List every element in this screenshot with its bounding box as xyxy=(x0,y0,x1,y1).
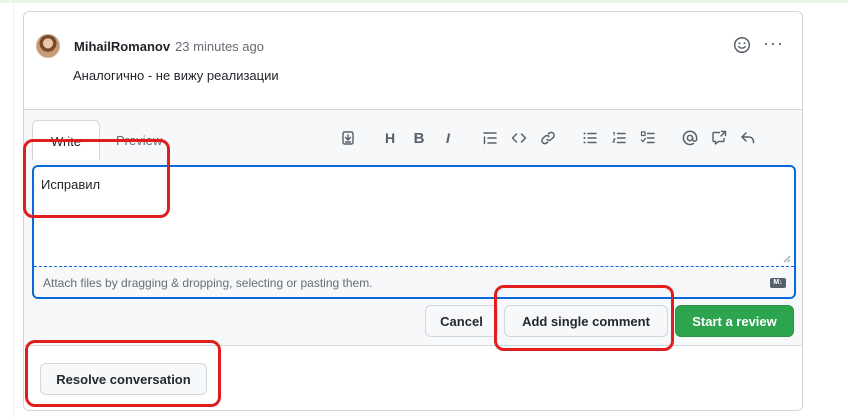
comment-editor: Attach files by dragging & dropping, sel… xyxy=(32,165,796,299)
comment-textarea[interactable] xyxy=(41,177,781,257)
comment-actions: ··· xyxy=(733,34,784,54)
ordered-list-icon[interactable] xyxy=(609,128,629,148)
markdown-icon[interactable]: M↓ xyxy=(770,278,786,288)
resolve-area: Resolve conversation xyxy=(24,346,802,410)
reply-form: Write Preview H B I Исправил Attach file… xyxy=(24,109,802,346)
italic-icon[interactable]: I xyxy=(438,128,458,148)
markdown-toolbar: H B I xyxy=(338,128,767,148)
quote-icon[interactable] xyxy=(480,128,500,148)
link-icon[interactable] xyxy=(538,128,558,148)
diff-added-highlight xyxy=(0,0,848,3)
file-attachment-bar[interactable]: Attach files by dragging & dropping, sel… xyxy=(34,266,794,297)
comment-author[interactable]: MihailRomanov xyxy=(74,39,170,54)
review-thread: MihailRomanov 23 minutes ago ··· Аналоги… xyxy=(23,11,803,411)
reply-icon[interactable] xyxy=(738,128,758,148)
avatar[interactable] xyxy=(36,34,60,58)
cross-reference-icon[interactable] xyxy=(709,128,729,148)
start-review-button[interactable]: Start a review xyxy=(675,305,794,337)
code-icon[interactable] xyxy=(509,128,529,148)
bold-icon[interactable]: B xyxy=(409,128,429,148)
resize-grip-icon[interactable] xyxy=(783,255,791,263)
comment-header: MihailRomanov 23 minutes ago xyxy=(36,34,264,58)
insert-template-icon[interactable] xyxy=(338,128,358,148)
smiley-icon[interactable] xyxy=(733,36,751,54)
heading-icon[interactable]: H xyxy=(380,128,400,148)
unordered-list-icon[interactable] xyxy=(580,128,600,148)
add-single-comment-button[interactable]: Add single comment xyxy=(504,305,668,337)
comment-time[interactable]: 23 minutes ago xyxy=(175,39,264,54)
diff-gutter xyxy=(13,0,14,417)
comment-body: Аналогично - не вижу реализации xyxy=(73,68,279,83)
editor-tabs: Write Preview xyxy=(32,120,178,160)
cancel-button[interactable]: Cancel xyxy=(425,305,498,337)
kebab-horizontal-icon[interactable]: ··· xyxy=(763,34,784,52)
resolve-conversation-button[interactable]: Resolve conversation xyxy=(40,363,207,395)
attach-files-hint: Attach files by dragging & dropping, sel… xyxy=(43,276,373,290)
task-list-icon[interactable] xyxy=(638,128,658,148)
tab-preview[interactable]: Preview xyxy=(100,120,178,160)
mention-icon[interactable] xyxy=(680,128,700,148)
tab-write[interactable]: Write xyxy=(32,120,100,160)
